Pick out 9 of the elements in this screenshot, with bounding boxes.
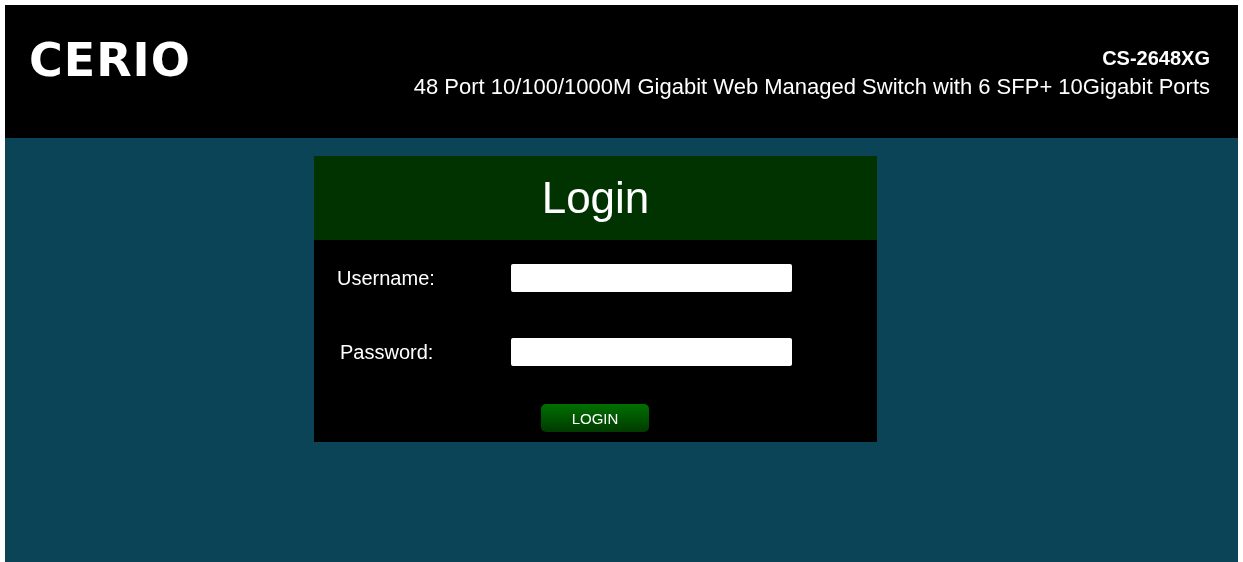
field-label: Password: xyxy=(339,340,435,364)
password-field[interactable] xyxy=(511,338,792,366)
login-button[interactable]: LOGIN xyxy=(541,404,649,432)
username-field[interactable] xyxy=(511,264,792,292)
login-title: Login xyxy=(314,156,877,240)
product-description: 48 Port 10/100/1000M Gigabit Web Managed Switch with 6 SFP+ 10Gigabit Ports xyxy=(413,74,1210,100)
field-label: Username: xyxy=(336,266,436,290)
logo: CERIO xyxy=(29,33,191,87)
model-name: CS-2648XG xyxy=(1102,47,1210,70)
